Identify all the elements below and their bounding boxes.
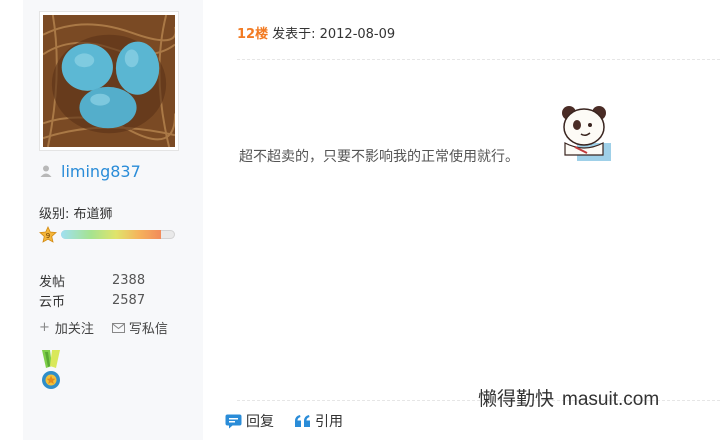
header-divider [237, 59, 720, 60]
post-content: 超不超卖的，只要不影响我的正常使用就行。 [239, 149, 519, 165]
stat-value: 2587 [112, 292, 146, 308]
user-actions: + 加关注 写私信 [39, 318, 186, 337]
floor-number[interactable]: 12楼 [237, 27, 268, 42]
quote-label: 引用 [315, 414, 343, 430]
message-button[interactable]: 写私信 [111, 318, 168, 337]
stat-key: 发帖 [39, 274, 66, 290]
stat-key: 云币 [39, 294, 66, 310]
stat-value: 2388 [112, 272, 146, 288]
username-link[interactable]: liming837 [61, 162, 141, 181]
stat-coins: 云币 2587 [39, 290, 145, 310]
message-label: 写私信 [128, 322, 168, 337]
avatar-image [43, 15, 175, 147]
reply-icon [225, 414, 242, 428]
avatar[interactable] [39, 11, 179, 151]
medal-icon[interactable] [39, 350, 63, 392]
follow-label: 加关注 [54, 322, 94, 337]
panda-sticker-icon [562, 106, 611, 161]
watermark: 懒得勤快 masuit.com [478, 384, 659, 411]
level-badge-number: 9 [46, 232, 50, 240]
level-progress-bar [61, 230, 175, 239]
quote-icon [295, 415, 310, 427]
post-header: 12楼 发表于: 2012-08-09 [237, 23, 395, 42]
follow-button[interactable]: + 加关注 [39, 318, 94, 337]
quote-button[interactable]: 引用 [294, 411, 343, 431]
level-row: 9 [39, 226, 179, 244]
level-label: 级别: 布道狮 [39, 207, 113, 222]
level-progress-fill [61, 230, 162, 239]
reply-label: 回复 [246, 414, 274, 430]
watermark-text: 懒得勤快 [478, 388, 555, 410]
stat-posts: 发帖 2388 [39, 270, 145, 290]
watermark-site: masuit.com [562, 389, 660, 410]
user-stats: 发帖 2388 云币 2587 [39, 270, 145, 310]
username-row[interactable]: liming837 [39, 160, 141, 182]
user-icon [40, 165, 52, 177]
mail-icon [111, 322, 125, 333]
reply-button[interactable]: 回复 [225, 411, 274, 431]
post-date: 发表于: 2012-08-09 [272, 27, 396, 42]
post-actions: 回复 引用 [225, 411, 363, 431]
level-badge-icon: 9 [39, 226, 57, 243]
plus-icon: + [39, 320, 50, 335]
user-sidebar: liming837 级别: 布道狮 9 发帖 2388 云币 2587 + 加关… [23, 0, 203, 440]
